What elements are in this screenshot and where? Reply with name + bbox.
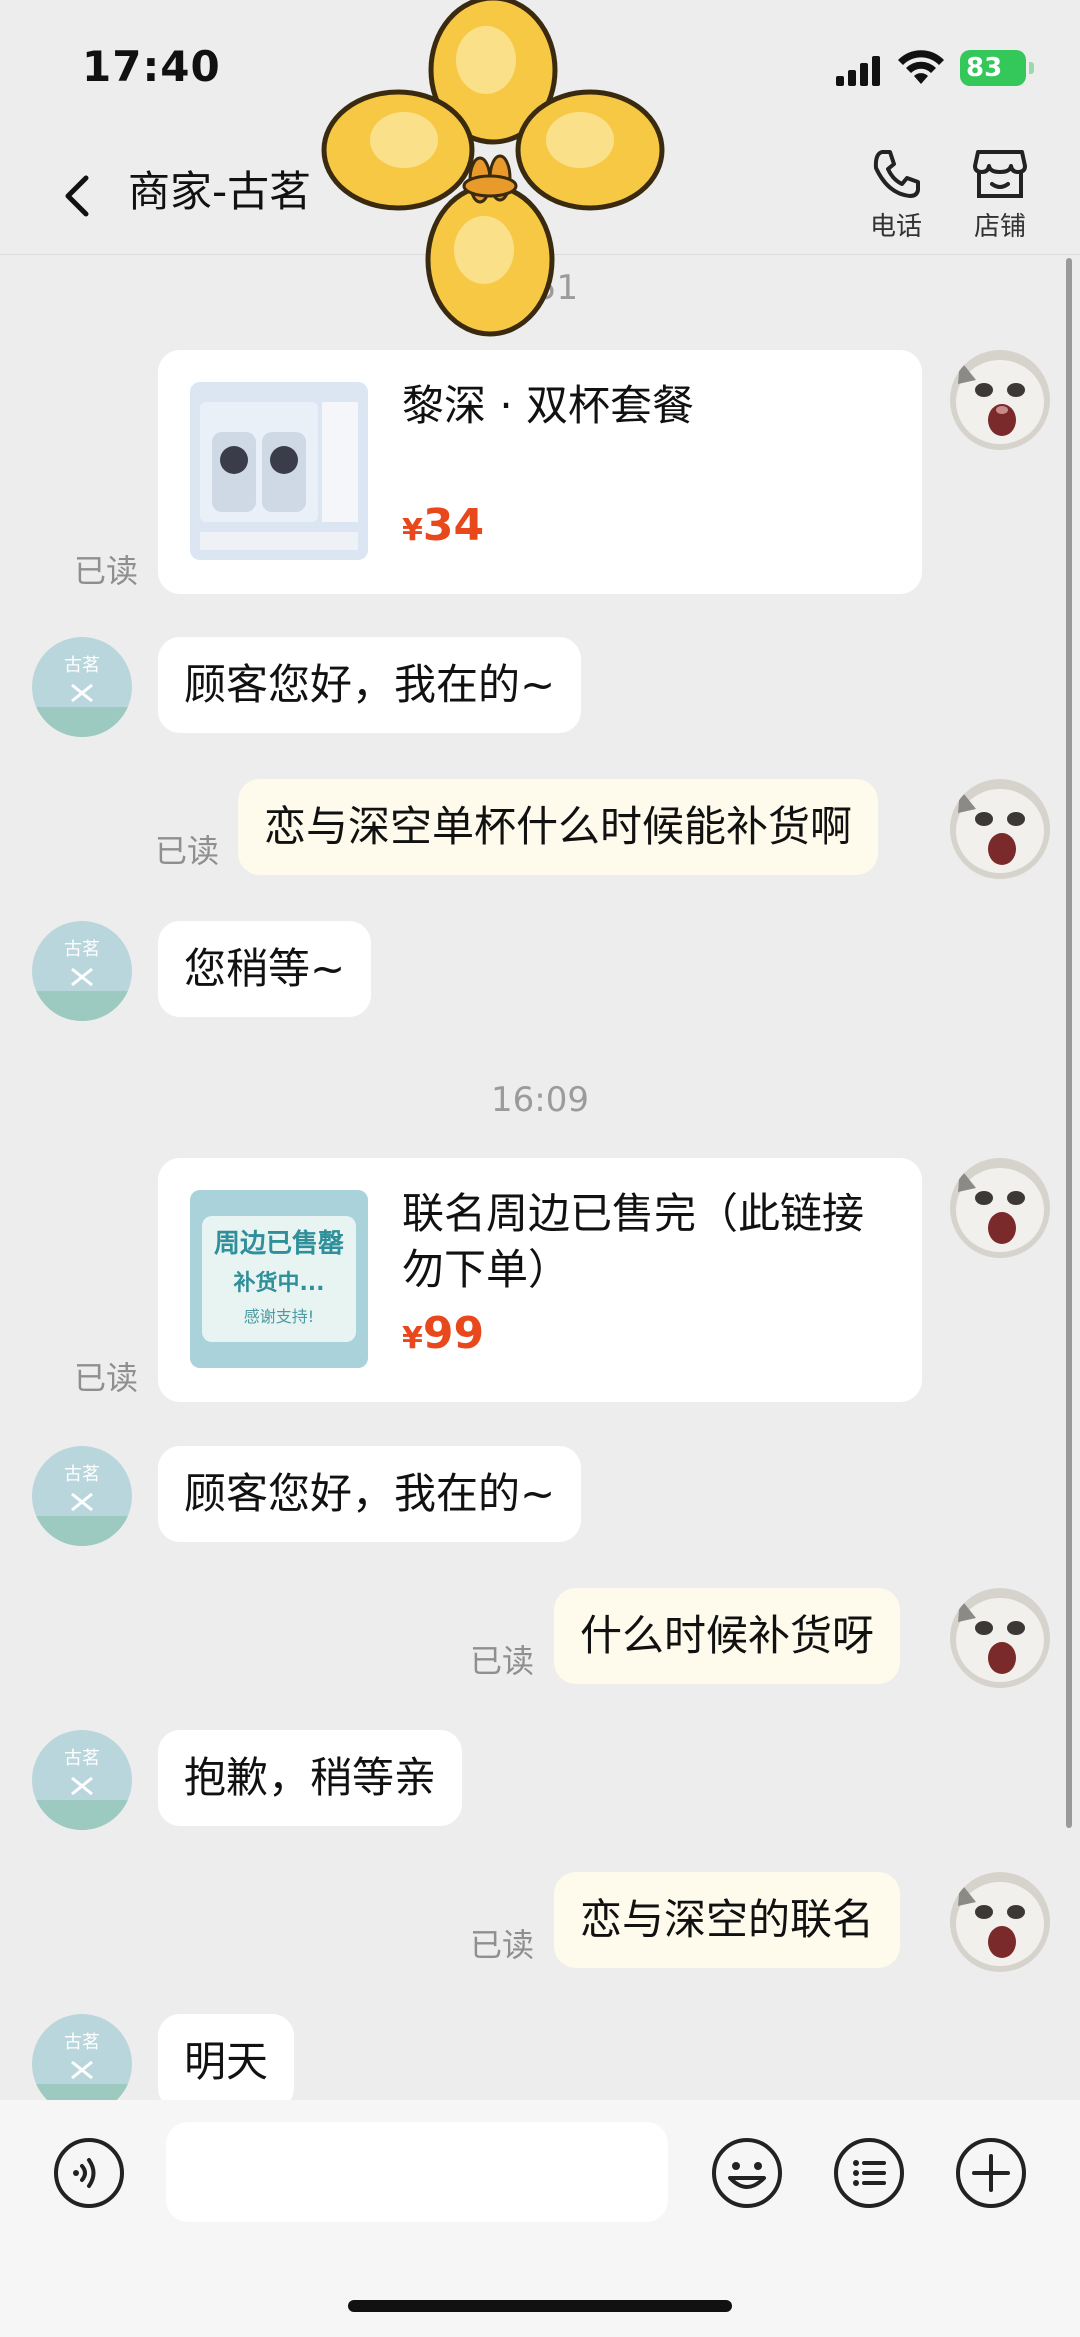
currency-symbol: ¥ [402, 1321, 423, 1356]
user-avatar[interactable] [950, 1158, 1050, 1258]
user-avatar[interactable] [950, 779, 1050, 879]
shop-button[interactable]: 店铺 [960, 146, 1040, 243]
phone-icon [873, 150, 920, 198]
menu-list-icon[interactable] [832, 2136, 906, 2210]
merchant-avatar-label: 古茗 [64, 655, 100, 676]
image-text-restocking: 补货中... [232, 1270, 324, 1296]
user-avatar[interactable] [950, 350, 1050, 450]
currency-symbol: ¥ [402, 513, 423, 548]
store-icon [973, 150, 1027, 198]
image-text-thanks: 感谢支持! [244, 1307, 314, 1326]
read-status: 已读 [470, 1926, 535, 1964]
message-input[interactable] [166, 2122, 668, 2222]
page-title: 商家-古茗 [128, 167, 312, 216]
price-value: 99 [422, 1308, 485, 1359]
message-bubble[interactable]: 什么时候补货呀 [554, 1588, 901, 1684]
battery-level: 83 [966, 53, 1003, 83]
message-bubble[interactable]: 顾客您好，我在的~ [158, 1446, 582, 1542]
home-indicator[interactable] [348, 2300, 732, 2312]
message-bubble[interactable]: 恋与深空的联名 [554, 1872, 901, 1968]
merchant-avatar[interactable]: 古茗 [32, 637, 132, 737]
plus-icon[interactable] [954, 2136, 1028, 2210]
battery-icon: 83 [960, 50, 1034, 86]
message-bubble[interactable]: 您稍等~ [158, 921, 372, 1017]
image-text-soldout: 周边已售罄 [214, 1228, 344, 1259]
wifi-icon [898, 50, 944, 84]
cat-avatar-icon [950, 350, 1050, 450]
merchant-avatar[interactable]: 古茗 [32, 2014, 132, 2100]
message-bubble[interactable]: 顾客您好，我在的~ [158, 637, 582, 733]
read-status: 已读 [155, 832, 220, 870]
user-avatar[interactable] [950, 1872, 1050, 1972]
flower-sticker [321, 0, 665, 337]
back-icon[interactable] [56, 166, 100, 226]
merchant-avatar[interactable]: 古茗 [32, 921, 132, 1021]
product-card[interactable]: 周边已售罄 补货中... 感谢支持! 联名周边已售完（此链接勿下单） ¥99 [158, 1158, 922, 1402]
product-image: 周边已售罄 补货中... 感谢支持! [190, 1190, 368, 1368]
read-status: 已读 [74, 1359, 139, 1397]
merchant-avatar-label: 古茗 [64, 2032, 100, 2053]
product-title: 黎深 · 双杯套餐 [402, 381, 695, 430]
user-avatar[interactable] [950, 1588, 1050, 1688]
timestamp: 16:09 [491, 1080, 589, 1120]
chat-scrollbar[interactable] [1066, 258, 1072, 1828]
merchant-avatar-label: 古茗 [64, 1464, 100, 1485]
read-status: 已读 [74, 552, 139, 590]
product-card[interactable]: 黎深 · 双杯套餐 ¥34 [158, 350, 922, 594]
phone-button[interactable]: 电话 [856, 146, 936, 243]
phone-label: 电话 [869, 212, 922, 242]
merchant-avatar[interactable]: 古茗 [32, 1446, 132, 1546]
product-image [190, 382, 368, 560]
merchant-avatar[interactable]: 古茗 [32, 1730, 132, 1830]
message-bubble[interactable]: 抱歉，稍等亲 [158, 1730, 463, 1826]
voice-icon[interactable] [52, 2136, 126, 2210]
message-bubble[interactable]: 明天 [158, 2014, 295, 2100]
shop-label: 店铺 [973, 212, 1026, 242]
message-bubble[interactable]: 恋与深空单杯什么时候能补货啊 [238, 779, 879, 875]
chat-area[interactable]: 3:51 已读 黎深 · 双杯套餐 [0, 256, 1080, 2100]
product-price: ¥34 [402, 500, 484, 551]
price-value: 34 [422, 500, 485, 551]
status-time: 17:40 [82, 42, 221, 91]
product-title: 联名周边已售完（此链接勿下单） [402, 1189, 865, 1294]
product-price: ¥99 [402, 1308, 484, 1359]
emoji-icon[interactable] [710, 2136, 784, 2210]
merchant-avatar-label: 古茗 [64, 939, 100, 960]
read-status: 已读 [470, 1642, 535, 1680]
merchant-avatar-label: 古茗 [64, 1748, 100, 1769]
cellular-signal-icon [836, 56, 882, 86]
